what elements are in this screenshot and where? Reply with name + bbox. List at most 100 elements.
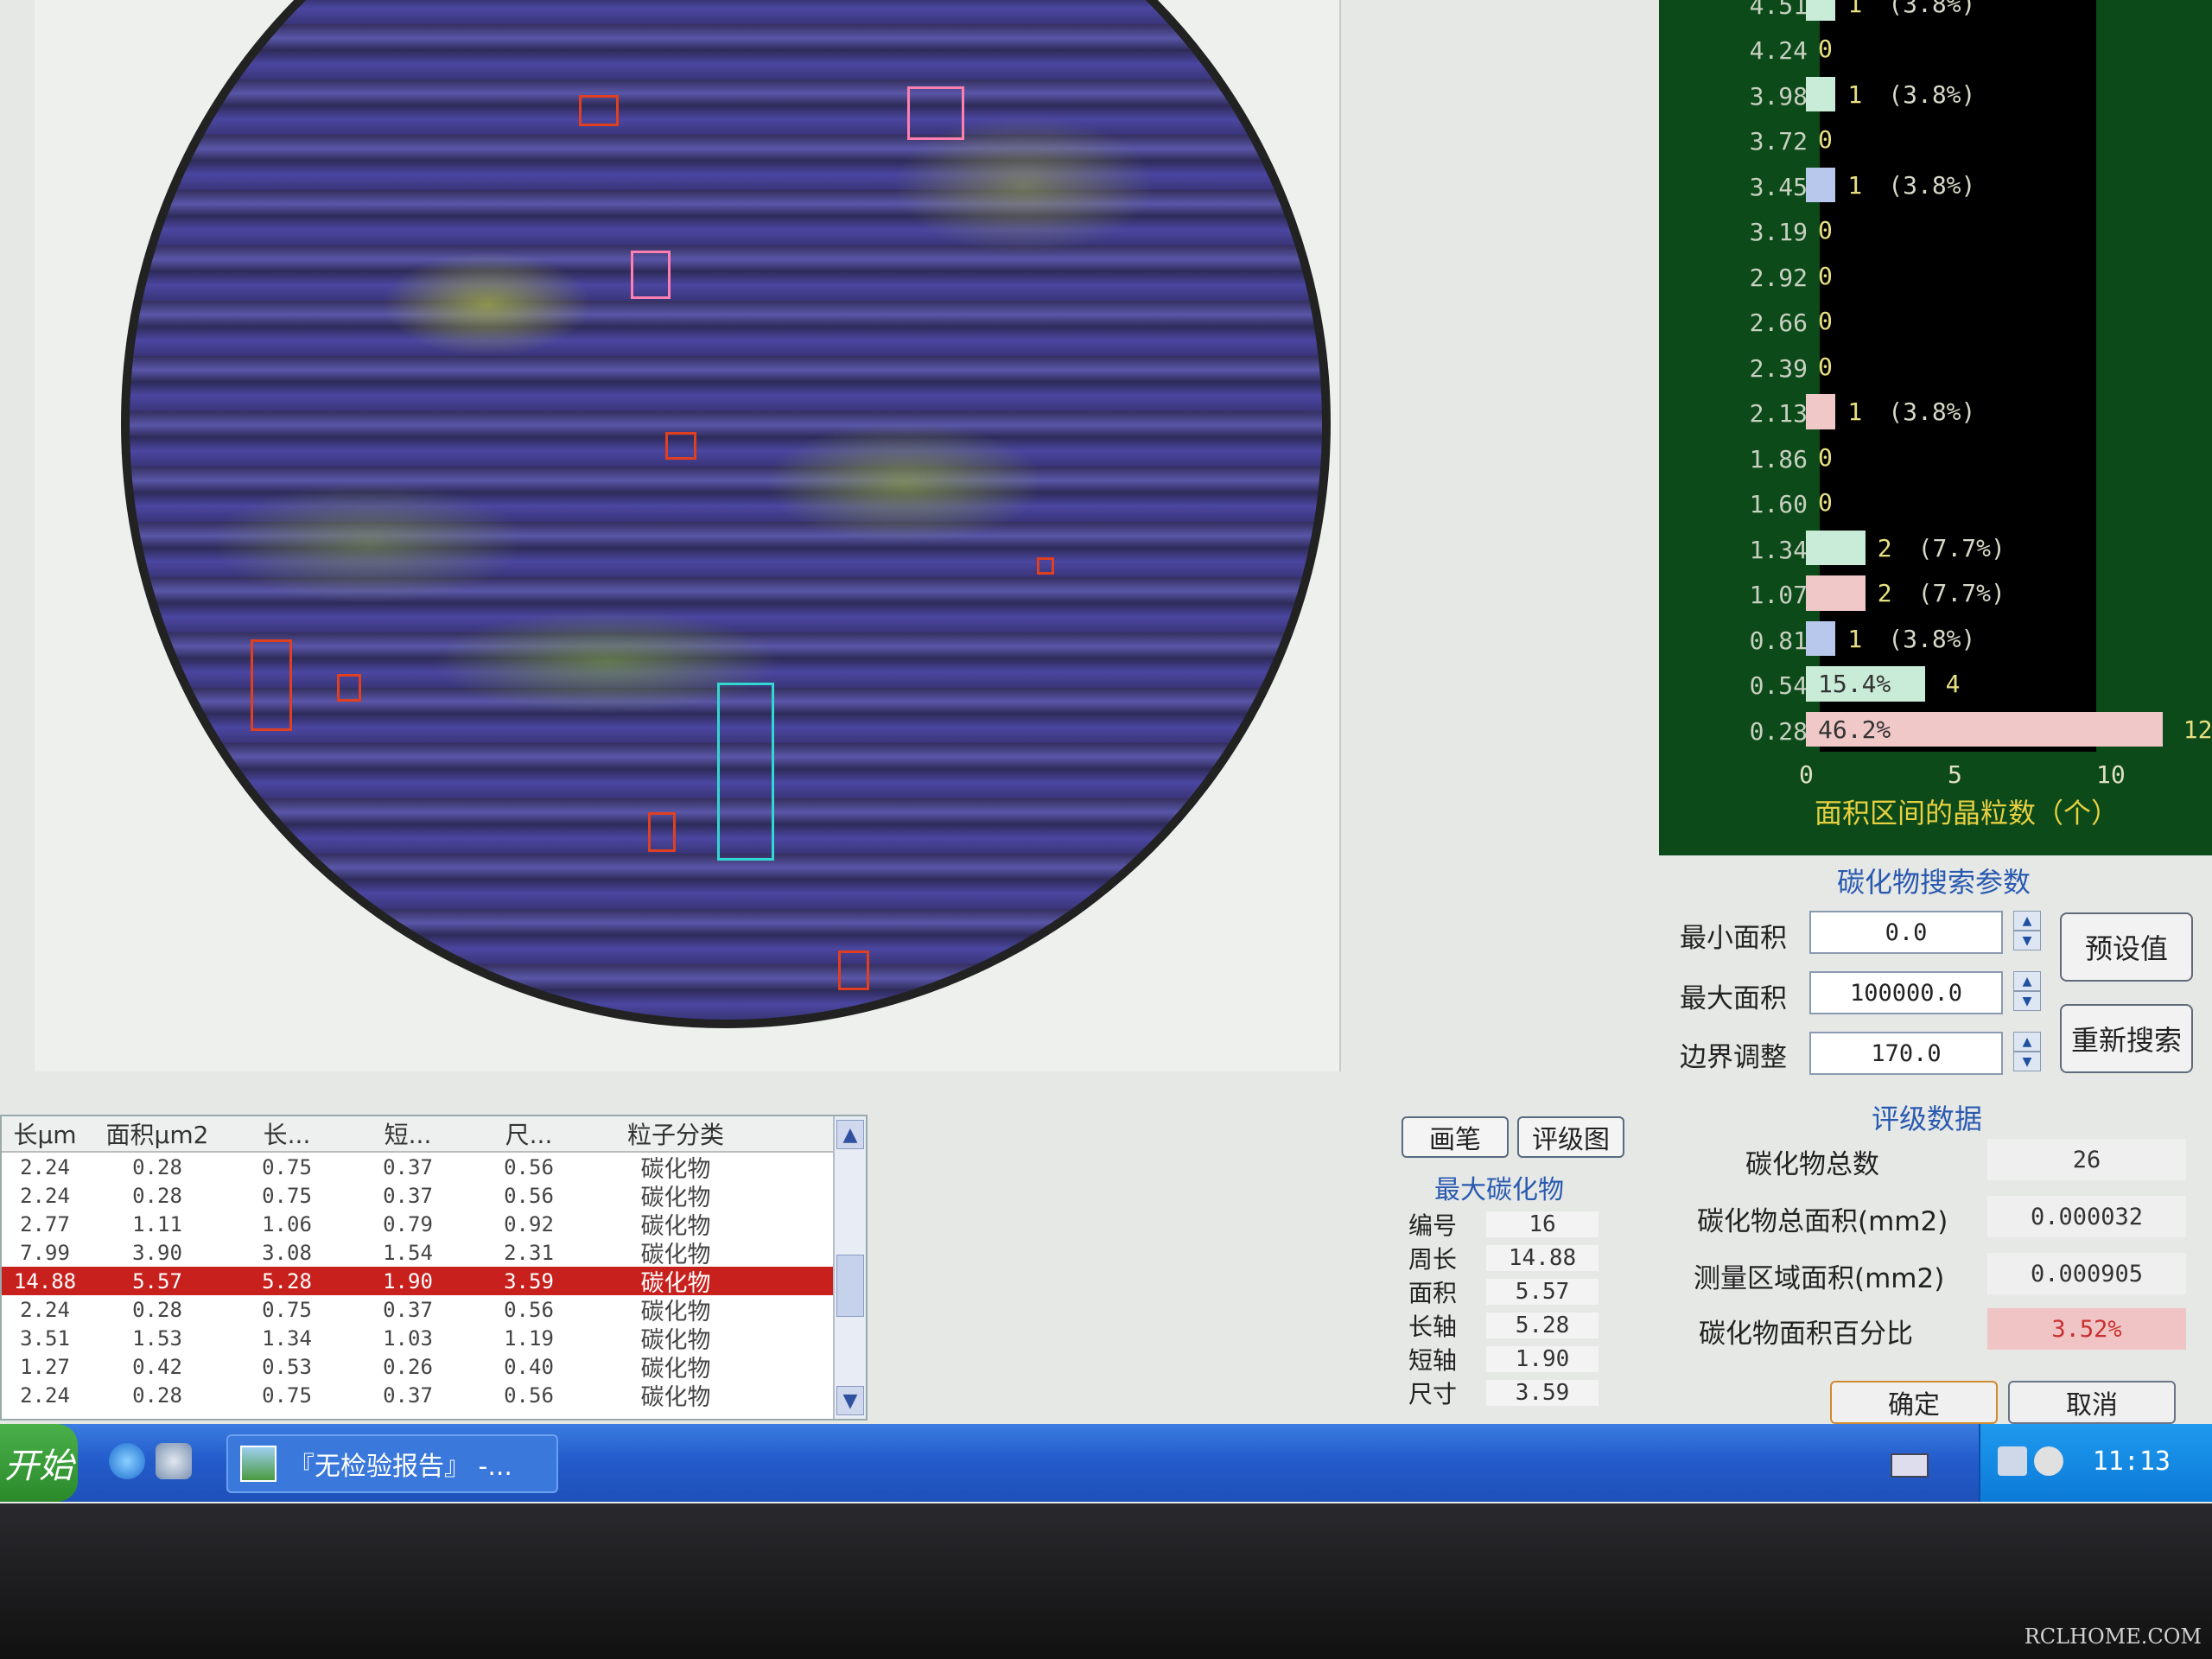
histogram-bar[interactable] (1806, 167, 1836, 202)
column-major-axis[interactable]: 长... (226, 1116, 347, 1151)
total-count-value: 26 (1987, 1139, 2186, 1180)
table-row[interactable]: 14.88 5.57 5.28 1.90 3.59 碳化物 (2, 1267, 866, 1297)
table-scrollbar[interactable]: ▲ ▼ (833, 1116, 866, 1419)
table-row[interactable]: 2.77 1.11 1.06 0.79 0.92 碳化物 (2, 1210, 866, 1241)
table-cell: 0.37 (383, 1154, 433, 1179)
desktop-icon[interactable] (156, 1443, 192, 1479)
histogram-bar-label: 0 (1818, 216, 1859, 245)
area-percent-value: 3.52% (1987, 1308, 2186, 1350)
histogram-percent-label: (3.8%) (1888, 79, 1976, 109)
preset-button[interactable]: 预设值 (2060, 912, 2193, 982)
max-carbide-key: 尺寸 (1408, 1380, 1458, 1408)
search-params-title: 碳化物搜索参数 (1837, 866, 2031, 899)
histogram-percent-label: (3.8%) (1888, 0, 1976, 18)
scroll-down-icon[interactable]: ▼ (836, 1386, 864, 1415)
border-adjust-input[interactable]: 170.0 (1809, 1032, 2003, 1075)
start-button[interactable]: 开始 (0, 1424, 78, 1502)
max-area-input[interactable]: 100000.0 (1809, 971, 2003, 1014)
cancel-button[interactable]: 取消 (2008, 1381, 2176, 1424)
histogram-bar-label: 0 (1818, 353, 1859, 381)
spin-up-icon[interactable]: ▲ (2013, 911, 2041, 931)
system-tray: 11:13 (1979, 1424, 2212, 1502)
table-cell: 2.24 (20, 1183, 70, 1208)
table-cell: 3.08 (262, 1240, 312, 1265)
column-perimeter[interactable]: 长μm (2, 1116, 88, 1151)
area-percent-label: 碳化物面积百分比 (1699, 1319, 1913, 1350)
scroll-thumb[interactable] (836, 1255, 864, 1317)
histogram-value-label: 0 (1818, 261, 1833, 290)
table-row[interactable]: 2.24 0.28 0.75 0.37 0.56 碳化物 (2, 1181, 866, 1212)
border-adjust-spinner[interactable]: ▲ ▼ (2013, 1032, 2041, 1071)
table-row[interactable]: 2.24 0.28 0.75 0.37 0.56 碳化物 (2, 1381, 866, 1412)
histogram-bar[interactable] (1806, 394, 1836, 429)
max-carbide-row: 长轴 5.28 (1408, 1309, 1616, 1342)
ok-button[interactable]: 确定 (1830, 1381, 1998, 1424)
histogram-bar[interactable] (1806, 575, 1866, 611)
spin-down-icon[interactable]: ▼ (2013, 991, 2041, 1011)
table-cell: 0.92 (504, 1211, 554, 1236)
table-cell: 0.42 (132, 1354, 182, 1379)
micrograph-image[interactable] (121, 0, 1331, 1028)
spin-up-icon[interactable]: ▲ (2013, 971, 2041, 991)
table-cell: 0.40 (504, 1354, 554, 1379)
histogram-bar-label: 2 (7.7%) (1878, 579, 2005, 607)
histogram-y-tick: 1.60 (1749, 490, 1808, 518)
table-row[interactable]: 1.27 0.42 0.53 0.26 0.40 碳化物 (2, 1352, 866, 1383)
measure-area-label: 测量区域面积(mm2) (1694, 1263, 1945, 1294)
measure-area-value: 0.000905 (1987, 1253, 2186, 1294)
table-cell: 2.24 (20, 1154, 70, 1179)
column-area[interactable]: 面积μm2 (88, 1116, 226, 1151)
task-report-window[interactable]: 『无检验报告』 -... (226, 1434, 558, 1493)
max-carbide-key: 编号 (1408, 1211, 1458, 1240)
spin-down-icon[interactable]: ▼ (2013, 1052, 2041, 1071)
histogram-bar-label: 0 (1818, 125, 1859, 154)
spin-down-icon[interactable]: ▼ (2013, 931, 2041, 950)
table-cell: 0.75 (262, 1183, 312, 1208)
table-cell: 0.28 (132, 1382, 182, 1408)
table-row[interactable]: 2.24 0.28 0.75 0.37 0.56 碳化物 (2, 1153, 866, 1184)
table-cell: 5.28 (262, 1268, 312, 1294)
column-minor-axis[interactable]: 短... (347, 1116, 468, 1151)
histogram-bar[interactable] (1806, 0, 1836, 21)
research-button[interactable]: 重新搜索 (2060, 1004, 2193, 1073)
histogram-y-tick: 4.51 (1749, 0, 1808, 20)
table-cell: 2.31 (504, 1240, 554, 1265)
carbide-outline (648, 812, 676, 852)
carbide-outline (1037, 557, 1054, 575)
max-carbide-row: 短轴 1.90 (1408, 1343, 1616, 1376)
table-row[interactable]: 2.24 0.28 0.75 0.37 0.56 碳化物 (2, 1295, 866, 1326)
histogram-percent-label: (3.8%) (1888, 624, 1976, 653)
max-carbide-value: 16 (1486, 1211, 1599, 1237)
grade-chart-button[interactable]: 评级图 (1517, 1116, 1624, 1158)
keyboard-icon[interactable] (1891, 1453, 1929, 1478)
column-size[interactable]: 尺... (468, 1116, 589, 1151)
histogram-percent-label: 46.2% (1818, 715, 1891, 744)
table-cell: 1.34 (262, 1325, 312, 1351)
volume-icon[interactable] (2034, 1446, 2063, 1476)
histogram-y-tick: 0.81 (1749, 626, 1808, 655)
monitor-bezel (0, 1503, 2212, 1659)
histogram-bar[interactable] (1806, 76, 1836, 111)
ie-icon[interactable] (109, 1443, 145, 1479)
histogram-y-tick: 2.66 (1749, 308, 1808, 337)
scroll-up-icon[interactable]: ▲ (836, 1120, 864, 1149)
min-area-input[interactable]: 0.0 (1809, 911, 2003, 954)
histogram-bar[interactable] (1806, 620, 1836, 656)
table-row[interactable]: 7.99 3.90 3.08 1.54 2.31 碳化物 (2, 1238, 866, 1269)
spin-up-icon[interactable]: ▲ (2013, 1032, 2041, 1052)
min-area-spinner[interactable]: ▲ ▼ (2013, 911, 2041, 950)
max-area-spinner[interactable]: ▲ ▼ (2013, 971, 2041, 1011)
table-row[interactable]: 3.51 1.53 1.34 1.03 1.19 碳化物 (2, 1324, 866, 1355)
histogram-y-tick: 4.24 (1749, 36, 1808, 65)
network-icon[interactable] (1998, 1446, 2027, 1476)
column-classification[interactable]: 粒子分类 (589, 1116, 762, 1151)
table-cell: 0.75 (262, 1382, 312, 1408)
max-carbide-key: 长轴 (1408, 1313, 1458, 1341)
histogram-bar[interactable] (1806, 530, 1866, 565)
histogram-y-tick: 3.98 (1749, 81, 1808, 111)
table-cell: 0.28 (132, 1297, 182, 1322)
histogram-percent-label: (3.8%) (1888, 170, 1976, 200)
histogram-value-label: 4 (1945, 670, 1961, 698)
histogram-bar-label: 0 (1818, 443, 1859, 472)
pen-button[interactable]: 画笔 (1402, 1116, 1509, 1158)
